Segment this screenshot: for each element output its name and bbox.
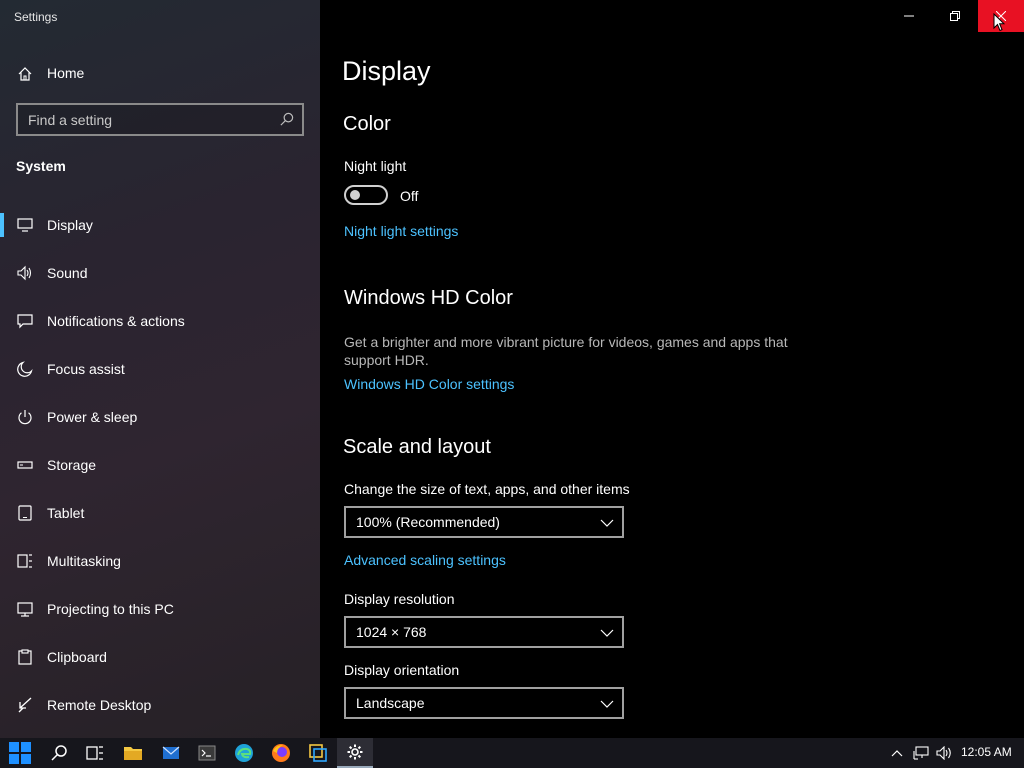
- scale-layout-heading: Scale and layout: [343, 436, 491, 458]
- remote-desktop-icon: [18, 697, 32, 713]
- taskbar-clock[interactable]: 12:05 AM: [961, 745, 1012, 759]
- resolution-value: 1024 × 768: [356, 624, 427, 640]
- sidebar-item-clipboard[interactable]: Clipboard: [0, 633, 320, 681]
- sidebar-item-sound[interactable]: Sound: [0, 249, 320, 297]
- edge-button[interactable]: [226, 738, 262, 768]
- file-explorer-button[interactable]: [115, 738, 151, 768]
- mail-button[interactable]: [153, 738, 189, 768]
- sidebar-item-label: Clipboard: [47, 649, 107, 665]
- monitor-icon: [17, 218, 33, 232]
- firefox-icon: [272, 744, 290, 762]
- night-light-settings-link[interactable]: Night light settings: [344, 223, 458, 239]
- sidebar-item-storage[interactable]: Storage: [0, 441, 320, 489]
- projector-icon: [17, 602, 33, 617]
- resolution-label: Display resolution: [344, 591, 455, 607]
- scale-value: 100% (Recommended): [356, 514, 500, 530]
- chevron-down-icon: [600, 629, 614, 637]
- network-button[interactable]: [910, 738, 932, 768]
- show-hidden-icons-button[interactable]: [888, 738, 906, 768]
- home-icon: [18, 67, 32, 81]
- chevron-down-icon: [600, 519, 614, 527]
- sidebar-item-projecting[interactable]: Projecting to this PC: [0, 585, 320, 633]
- night-light-toggle[interactable]: [344, 185, 388, 205]
- firefox-button[interactable]: [263, 738, 299, 768]
- terminal-button[interactable]: [189, 738, 225, 768]
- advanced-scaling-link[interactable]: Advanced scaling settings: [344, 552, 506, 568]
- home-label: Home: [47, 65, 85, 81]
- power-icon: [18, 410, 32, 425]
- task-view-button[interactable]: [77, 738, 113, 768]
- color-heading: Color: [343, 113, 391, 135]
- terminal-icon: [198, 745, 216, 761]
- sidebar-item-multitasking[interactable]: Multitasking: [0, 537, 320, 585]
- moon-icon: [17, 361, 33, 377]
- night-light-label: Night light: [344, 158, 407, 174]
- file-explorer-icon: [124, 747, 142, 760]
- scale-label: Change the size of text, apps, and other…: [344, 481, 630, 497]
- search-icon[interactable]: [279, 112, 294, 127]
- home-nav-item[interactable]: Home: [0, 58, 320, 90]
- sidebar-item-label: Power & sleep: [47, 409, 138, 425]
- clipboard-icon: [18, 649, 32, 665]
- orientation-label: Display orientation: [344, 662, 460, 678]
- hd-color-description: Get a brighter and more vibrant picture …: [344, 334, 788, 368]
- sidebar-item-label: Storage: [47, 457, 97, 473]
- sidebar-item-notifications[interactable]: Notifications & actions: [0, 297, 320, 345]
- search-box[interactable]: [16, 103, 304, 136]
- drive-icon: [17, 461, 33, 469]
- sidebar-item-label: Projecting to this PC: [47, 601, 174, 617]
- chevron-up-icon: [891, 750, 903, 757]
- taskbar-search-button[interactable]: [41, 738, 77, 768]
- search-input[interactable]: [28, 110, 268, 130]
- app-button[interactable]: [300, 738, 336, 768]
- app-title: Settings: [14, 10, 58, 24]
- main-content: Display Color Night light Off Night ligh…: [320, 0, 1024, 738]
- scale-dropdown[interactable]: 100% (Recommended): [344, 506, 624, 538]
- sidebar-item-tablet[interactable]: Tablet: [0, 489, 320, 537]
- hd-color-heading: Windows HD Color: [344, 287, 513, 309]
- start-icon: [9, 742, 31, 764]
- network-icon: [913, 746, 929, 760]
- sidebar-item-label: Notifications & actions: [47, 313, 185, 329]
- sidebar-item-label: Tablet: [47, 505, 85, 521]
- multitasking-icon: [17, 554, 32, 568]
- taskbar: 12:05 AM: [0, 738, 1024, 768]
- toggle-knob: [350, 190, 360, 200]
- task-view-icon: [86, 746, 103, 760]
- edge-icon: [235, 744, 253, 762]
- night-light-state: Off: [400, 188, 419, 204]
- sidebar-nav: Display Sound Notifications & actions Fo…: [0, 201, 320, 729]
- chevron-down-icon: [600, 700, 614, 708]
- speaker-icon: [17, 265, 32, 281]
- settings-taskbar-button[interactable]: [337, 738, 373, 768]
- sidebar-item-label: Display: [47, 217, 93, 233]
- search-icon: [51, 745, 67, 761]
- message-icon: [17, 314, 33, 329]
- sidebar-item-power-sleep[interactable]: Power & sleep: [0, 393, 320, 441]
- sidebar-item-label: Multitasking: [47, 553, 121, 569]
- mail-icon: [162, 746, 180, 759]
- sidebar-item-remote-desktop[interactable]: Remote Desktop: [0, 681, 320, 729]
- mouse-cursor-icon: [993, 13, 1005, 32]
- settings-window: Settings Home System Display: [0, 0, 1024, 738]
- tablet-icon: [18, 505, 32, 521]
- settings-icon: [347, 744, 363, 760]
- start-button[interactable]: [2, 738, 38, 768]
- hd-color-settings-link[interactable]: Windows HD Color settings: [344, 376, 514, 392]
- sidebar-item-label: Focus assist: [47, 361, 125, 377]
- orientation-dropdown[interactable]: Landscape: [344, 687, 624, 719]
- sidebar: Settings Home System Display: [0, 0, 320, 738]
- page-title: Display: [342, 56, 431, 86]
- resolution-dropdown[interactable]: 1024 × 768: [344, 616, 624, 648]
- app-icon: [309, 744, 327, 762]
- volume-button[interactable]: [934, 738, 956, 768]
- sidebar-item-label: Sound: [47, 265, 88, 281]
- orientation-value: Landscape: [356, 695, 425, 711]
- volume-icon: [936, 746, 951, 760]
- sidebar-item-focus-assist[interactable]: Focus assist: [0, 345, 320, 393]
- sidebar-item-display[interactable]: Display: [0, 201, 320, 249]
- section-label: System: [16, 158, 66, 174]
- sidebar-item-label: Remote Desktop: [47, 697, 152, 713]
